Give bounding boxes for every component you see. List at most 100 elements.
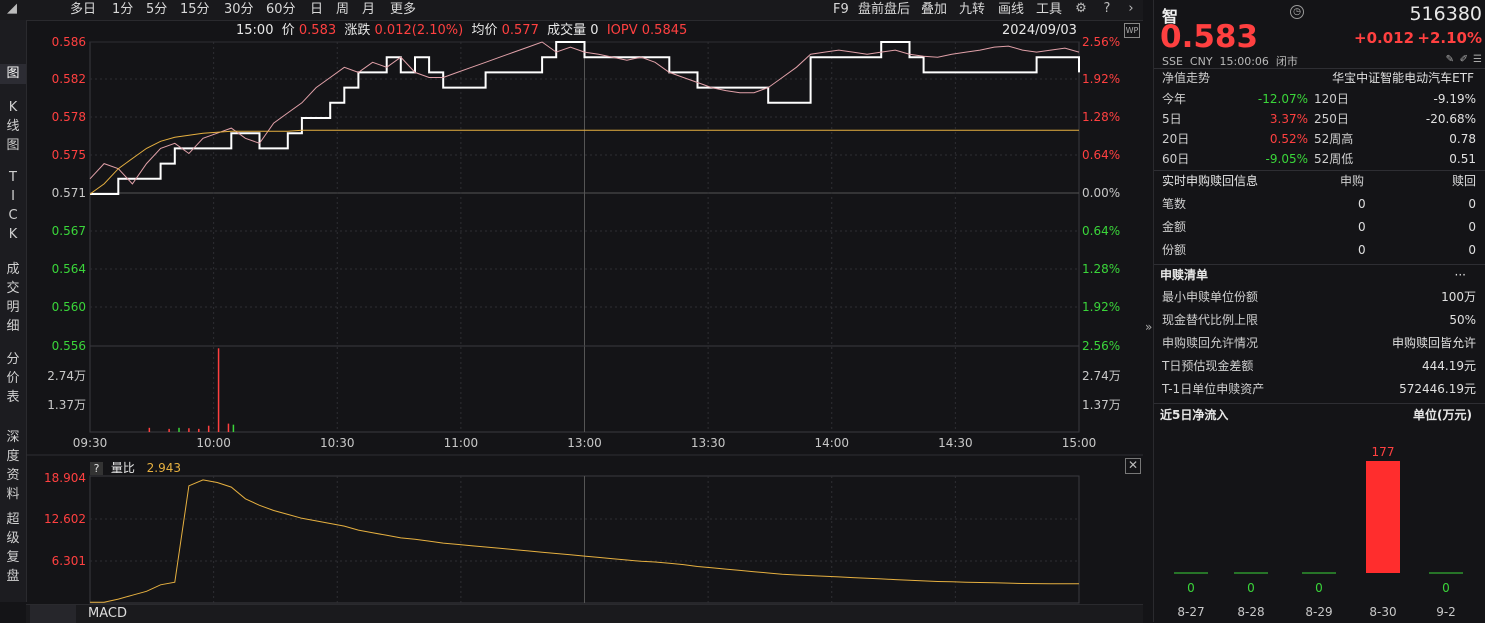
- draw-icon[interactable]: ✐: [1460, 54, 1468, 65]
- edit-icon[interactable]: ✎: [1446, 54, 1454, 65]
- x-tick: 14:30: [938, 436, 973, 450]
- sub-row: 份额 0 0: [1154, 240, 1485, 260]
- side-tab-5[interactable]: 深度资料: [0, 428, 26, 502]
- toolbar-item-6[interactable]: 日: [310, 2, 323, 18]
- sub-row-label: 笔数: [1162, 197, 1187, 211]
- nav-header: 净值走势 华宝中证智能电动汽车ETF: [1154, 68, 1485, 88]
- info-change-label: 涨跌: [344, 23, 371, 38]
- volume-tick-left: 2.74万: [47, 369, 86, 383]
- sub-y-tick: 6.301: [52, 554, 86, 568]
- collapse-panel-icon[interactable]: »: [1145, 320, 1152, 334]
- settings-icon[interactable]: ◢: [4, 1, 20, 17]
- y-right-tick: 0.64%: [1082, 224, 1120, 238]
- sub-row-redeem: 0: [1468, 243, 1476, 257]
- toolbar-right-item-0[interactable]: F9: [833, 2, 849, 18]
- info-date: 2024/09/03: [1002, 23, 1077, 38]
- y-left-tick: 0.560: [52, 300, 86, 314]
- toolbar-item-4[interactable]: 30分: [224, 2, 254, 18]
- side-tab-1[interactable]: K线图: [0, 98, 26, 156]
- fund-full-name: 华宝中证智能电动汽车ETF: [1332, 71, 1474, 85]
- side-tab-0[interactable]: 图: [0, 64, 26, 84]
- side-tab-char: 资: [6, 468, 20, 483]
- toolbar-right-item-3[interactable]: 九转: [959, 2, 985, 18]
- perf-value-2: 0.78: [1449, 132, 1476, 146]
- inflow-date: 9-2: [1436, 605, 1456, 619]
- perf-value-2: 0.51: [1449, 152, 1476, 166]
- side-tab-6[interactable]: 超级复盘: [0, 510, 26, 584]
- help-icon[interactable]: ?: [1099, 1, 1115, 17]
- sub-chart-name: 量比: [110, 461, 135, 475]
- side-tab-3[interactable]: 成交明细: [0, 260, 26, 334]
- clock-icon[interactable]: ◷: [1290, 5, 1304, 19]
- toolbar-right-item-5[interactable]: 工具: [1036, 2, 1062, 18]
- toolbar-item-0[interactable]: 多日: [70, 2, 96, 18]
- list-row-label: 申购赎回允许情况: [1162, 336, 1259, 350]
- nav-title[interactable]: 净值走势: [1162, 68, 1210, 88]
- info-avg-label: 均价: [471, 23, 498, 38]
- toolbar-item-8[interactable]: 月: [362, 2, 375, 18]
- volume-tick-right: 1.37万: [1082, 398, 1121, 412]
- side-tab-char: 复: [6, 550, 20, 565]
- toolbar-right-item-2[interactable]: 叠加: [921, 2, 947, 18]
- perf-row: 今年 -12.07% 120日 -9.19%: [1154, 89, 1485, 109]
- toolbar-item-5[interactable]: 60分: [266, 2, 296, 18]
- price-change-pct: +2.10%: [1417, 29, 1482, 47]
- chart-area: 0.586 2.56% 0.582 1.92% 0.578 1.28% 0.575 0.64%…: [26, 35, 1143, 604]
- toolbar-item-1[interactable]: 1分: [112, 2, 133, 18]
- list-row: 申购赎回允许情况 申购赎回皆允许: [1154, 333, 1485, 353]
- toolbar-item-7[interactable]: 周: [336, 2, 349, 18]
- x-tick: 10:00: [196, 436, 231, 450]
- list-row-value: 444.19元: [1422, 359, 1476, 373]
- y-left-tick: 0.567: [52, 224, 86, 238]
- side-tab-char: 超: [6, 512, 20, 527]
- inflow-value: 0: [1187, 581, 1195, 595]
- sub-row-redeem: 0: [1468, 220, 1476, 234]
- help-icon[interactable]: ?: [90, 462, 103, 475]
- list-row: T日预估现金差额 444.19元: [1154, 356, 1485, 376]
- market-meta: SSE CNY 15:00:06 闭市: [1162, 55, 1298, 68]
- side-tab-char: 度: [6, 449, 20, 464]
- x-tick: 15:00: [1062, 436, 1097, 450]
- toolbar-right-item-4[interactable]: 画线: [998, 2, 1024, 18]
- chevron-right-icon[interactable]: ›: [1123, 1, 1139, 17]
- side-tab-2[interactable]: TICK: [0, 168, 26, 246]
- side-tabs: 图 K线图 TICK 成交明细分价表深度资料超级复盘: [0, 20, 27, 602]
- y-right-tick: 0.00%: [1082, 186, 1120, 200]
- side-tab-char: T: [9, 170, 17, 185]
- toolbar-item-2[interactable]: 5分: [146, 2, 167, 18]
- side-tab-char: 盘: [6, 569, 20, 584]
- fund-code: 516380: [1409, 3, 1482, 25]
- y-left-tick: 0.571: [52, 186, 86, 200]
- last-price: 0.583: [1160, 19, 1259, 55]
- toolbar-item-9[interactable]: 更多: [390, 2, 416, 18]
- list-icon[interactable]: ☰: [1473, 54, 1482, 65]
- tab-macd[interactable]: MACD: [88, 606, 127, 621]
- sub-row: 金额 0 0: [1154, 217, 1485, 237]
- list-row-value: 572446.19元: [1399, 382, 1476, 396]
- y-right-tick: 2.56%: [1082, 339, 1120, 353]
- perf-label-2: 52周低: [1314, 152, 1354, 166]
- perf-label-1: 5日: [1162, 112, 1182, 126]
- volume-tick-right: 2.74万: [1082, 369, 1121, 383]
- tab-spacer: [30, 605, 76, 623]
- side-tab-4[interactable]: 分价表: [0, 350, 26, 418]
- toolbar-item-3[interactable]: 15分: [180, 2, 210, 18]
- toolbar-right-item-1[interactable]: 盘前盘后: [858, 2, 910, 18]
- info-price: 0.583: [298, 23, 337, 38]
- side-tab-char: 级: [6, 531, 20, 546]
- side-tab-char: 成: [6, 262, 20, 277]
- gear-icon[interactable]: ⚙: [1073, 1, 1089, 17]
- info-avg: 0.577: [501, 23, 539, 38]
- y-right-tick: 1.28%: [1082, 262, 1120, 276]
- list-title: 申赎清单: [1160, 268, 1209, 282]
- window-icon[interactable]: WP: [1124, 23, 1140, 38]
- more-icon[interactable]: ···: [1455, 265, 1466, 285]
- quote-panel: 智 ◷ 516380 0.583 +0.012 +2.10% SSE CNY 1…: [1153, 0, 1485, 622]
- flow-title: 近5日净流入: [1160, 408, 1229, 422]
- list-row-value: 申购赎回皆允许: [1391, 336, 1476, 350]
- perf-value-2: -9.19%: [1433, 92, 1476, 106]
- inflow-date: 8-30: [1369, 605, 1396, 619]
- close-icon[interactable]: ✕: [1125, 458, 1141, 474]
- inflow-bar: [1366, 461, 1400, 573]
- sub-y-tick: 12.602: [44, 512, 86, 526]
